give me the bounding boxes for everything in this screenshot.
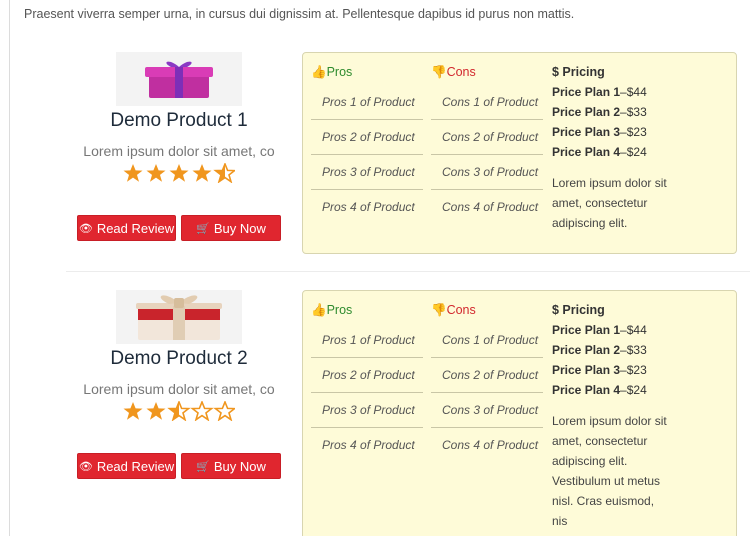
cons-item: Cons 4 of Product	[442, 200, 539, 214]
product-image-1	[116, 52, 242, 106]
cons-item: Cons 1 of Product	[431, 85, 543, 120]
product-description: Lorem ipsum dolor sit amet, co	[83, 381, 275, 397]
price-plan: Price Plan 1–$44	[552, 323, 647, 337]
cons-heading: 👎Cons	[431, 303, 476, 318]
pros-item: Pros 4 of Product	[322, 438, 415, 452]
price-plan: Price Plan 4–$24	[552, 383, 647, 397]
product-card-1: Demo Product 1 Lorem ipsum dolor sit ame…	[0, 44, 750, 266]
pricing-text-line: nis	[552, 514, 568, 528]
cons-heading-label: Cons	[446, 303, 476, 317]
pros-cons-box: 👍Pros 👎Cons $ Pricing Pros 1 of Product …	[302, 52, 737, 254]
price-plan-price: –$44	[620, 85, 647, 99]
pros-item: Pros 1 of Product	[311, 323, 423, 358]
price-plan-price: –$23	[620, 363, 647, 377]
cons-item: Cons 2 of Product	[431, 358, 543, 393]
pricing-text-line: Lorem ipsum dolor sit	[552, 414, 667, 428]
price-plan-price: –$33	[620, 343, 647, 357]
pros-cons-box: 👍Pros 👎Cons $ Pricing Pros 1 of Product …	[302, 290, 737, 536]
cons-heading: 👎Cons	[431, 65, 476, 80]
cons-item: Cons 3 of Product	[431, 155, 543, 190]
star-rating-icons	[123, 161, 237, 184]
gift-purple-icon	[145, 61, 213, 98]
pricing-description: Lorem ipsum dolor sit amet, consectetur …	[552, 173, 682, 233]
cons-item: Cons 2 of Product	[431, 120, 543, 155]
price-plan-price: –$33	[620, 105, 647, 119]
product-card-2: Demo Product 2 Lorem ipsum dolor sit ame…	[0, 282, 750, 536]
price-plan-name: Price Plan 3	[552, 125, 621, 139]
price-plan-name: Price Plan 2	[552, 343, 621, 357]
pros-item: Pros 4 of Product	[322, 200, 415, 214]
price-plan-name: Price Plan 1	[552, 85, 621, 99]
price-plan-price: –$24	[620, 383, 647, 397]
pros-item: Pros 2 of Product	[311, 120, 423, 155]
price-plan-name: Price Plan 1	[552, 323, 621, 337]
price-plan-name: Price Plan 4	[552, 145, 621, 159]
product-image-2	[116, 290, 242, 344]
thumbs-down-icon: 👎	[431, 65, 447, 79]
price-plan: Price Plan 3–$23	[552, 363, 647, 377]
price-plan: Price Plan 2–$33	[552, 343, 647, 357]
star-rating	[66, 399, 292, 427]
price-plan: Price Plan 3–$23	[552, 125, 647, 139]
price-plan-name: Price Plan 3	[552, 363, 621, 377]
pricing-text-line: adipiscing elit.	[552, 216, 628, 230]
buy-now-label: Buy Now	[213, 458, 266, 474]
price-plan: Price Plan 1–$44	[552, 85, 647, 99]
thumbs-up-icon: 👍	[311, 303, 327, 317]
pros-heading: 👍Pros	[311, 65, 352, 80]
buy-now-button[interactable]: 🛒 Buy Now	[181, 453, 281, 479]
cons-item: Cons 4 of Product	[442, 438, 539, 452]
pricing-text-line: Vestibulum ut metus	[552, 474, 661, 488]
thumbs-up-icon: 👍	[311, 65, 327, 79]
cart-icon: 🛒	[196, 222, 210, 235]
thumbs-down-icon: 👎	[431, 303, 447, 317]
product-description: Lorem ipsum dolor sit amet, co	[83, 143, 275, 159]
read-review-label: Read Review	[96, 220, 175, 236]
cons-heading-label: Cons	[446, 65, 476, 79]
cons-item: Cons 1 of Product	[431, 323, 543, 358]
pricing-text-line: amet, consectetur	[552, 434, 648, 448]
price-plan-price: –$24	[620, 145, 647, 159]
star-rating	[66, 161, 292, 189]
gift-red-icon	[136, 295, 222, 340]
star-rating-icons	[123, 399, 237, 422]
pros-item: Pros 1 of Product	[311, 85, 423, 120]
product-divider	[66, 271, 750, 272]
price-plan-name: Price Plan 4	[552, 383, 621, 397]
pros-item: Pros 3 of Product	[311, 155, 423, 190]
read-review-label: Read Review	[96, 458, 175, 474]
pros-item: Pros 2 of Product	[311, 358, 423, 393]
pricing-text-line: nisl. Cras euismod,	[552, 494, 655, 508]
intro-text: Praesent viverra semper urna, in cursus …	[24, 0, 744, 24]
pricing-text-line: adipiscing elit.	[552, 454, 628, 468]
price-plan: Price Plan 2–$33	[552, 105, 647, 119]
read-review-button[interactable]: 👁 Read Review	[77, 453, 176, 479]
price-plan-name: Price Plan 2	[552, 105, 621, 119]
pros-heading: 👍Pros	[311, 303, 352, 318]
price-plan: Price Plan 4–$24	[552, 145, 647, 159]
pricing-heading: $ Pricing	[552, 65, 605, 79]
price-plan-price: –$44	[620, 323, 647, 337]
product-title: Demo Product 1	[110, 110, 248, 131]
product-title: Demo Product 2	[110, 348, 248, 369]
eye-icon: 👁	[78, 222, 93, 235]
read-review-button[interactable]: 👁 Read Review	[77, 215, 176, 241]
pricing-text-line: amet, consectetur	[552, 196, 648, 210]
buy-now-label: Buy Now	[213, 220, 266, 236]
buy-now-button[interactable]: 🛒 Buy Now	[181, 215, 281, 241]
eye-icon: 👁	[78, 460, 93, 473]
pros-item: Pros 3 of Product	[311, 393, 423, 428]
pricing-heading: $ Pricing	[552, 303, 605, 317]
pricing-description: Lorem ipsum dolor sit amet, consectetur …	[552, 411, 682, 531]
cart-icon: 🛒	[196, 460, 210, 473]
price-plan-price: –$23	[620, 125, 647, 139]
pricing-text-line: Lorem ipsum dolor sit	[552, 176, 667, 190]
cons-item: Cons 3 of Product	[431, 393, 543, 428]
pros-heading-label: Pros	[326, 65, 353, 79]
pros-heading-label: Pros	[326, 303, 353, 317]
intro-line: Praesent viverra semper urna, in cursus …	[24, 7, 575, 21]
